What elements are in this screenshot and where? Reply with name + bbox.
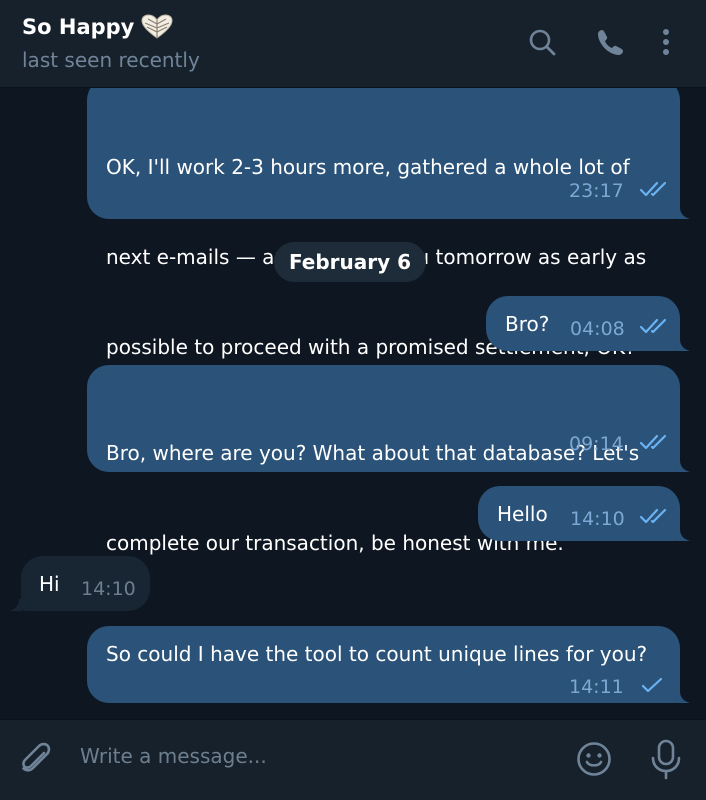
bubble-tail [676, 207, 690, 219]
double-check-icon [639, 318, 667, 334]
double-check-icon [639, 508, 667, 524]
voice-button[interactable] [648, 738, 684, 784]
message-bubble[interactable]: Bro? 04:08 [486, 296, 680, 351]
call-button[interactable] [594, 26, 626, 58]
heart-icon [141, 14, 173, 39]
message-time: 14:11 [569, 676, 624, 698]
contact-name[interactable]: So Happy [22, 15, 134, 39]
phone-icon [598, 30, 623, 55]
date-separator: February 6 [274, 242, 426, 282]
message-text: Hello [497, 502, 548, 526]
message-time: 04:08 [570, 318, 625, 340]
chat-header: So Happy last seen recently [0, 0, 706, 88]
message-time: 14:10 [81, 578, 136, 600]
message-text: Hi [39, 572, 60, 596]
attach-button[interactable] [16, 740, 56, 784]
message-time: 14:10 [570, 508, 625, 530]
search-button[interactable] [526, 26, 558, 58]
bubble-tail [9, 599, 23, 611]
double-check-icon [639, 434, 667, 450]
bubble-tail [676, 339, 690, 351]
message-bubble[interactable]: Hello 14:10 [478, 486, 680, 541]
message-time: 09:14 [569, 433, 624, 455]
message-list[interactable]: OK, I'll work 2-3 hours more, gathered a… [0, 88, 706, 719]
emoji-button[interactable] [575, 740, 613, 782]
search-icon [529, 29, 556, 56]
message-line: Bro, where are you? What about that data… [106, 441, 640, 465]
message-bubble[interactable]: So could I have the tool to count unique… [87, 626, 680, 703]
single-check-icon [641, 677, 663, 693]
message-text: Bro? [505, 312, 550, 336]
more-button[interactable] [654, 26, 686, 58]
message-bubble[interactable]: Bro, where are you? What about that data… [87, 365, 680, 555]
attach-icon [22, 742, 51, 772]
bubble-tail [676, 691, 690, 703]
microphone-icon [651, 739, 681, 780]
contact-status: last seen recently [22, 48, 200, 72]
emoji-icon [577, 742, 611, 776]
message-line: OK, I'll work 2-3 hours more, gathered a… [106, 155, 630, 179]
message-text: So could I have the tool to count unique… [106, 642, 648, 666]
double-check-icon [639, 181, 667, 197]
chat-title[interactable]: So Happy [22, 14, 174, 40]
more-icon [663, 29, 669, 55]
message-composer: Write a message... [0, 719, 706, 800]
bubble-tail [676, 529, 690, 541]
message-input[interactable]: Write a message... [80, 744, 267, 768]
message-bubble[interactable]: Hi 14:10 [21, 556, 150, 611]
message-bubble[interactable]: OK, I'll work 2-3 hours more, gathered a… [87, 88, 680, 359]
bubble-tail [676, 460, 690, 472]
message-time: 23:17 [569, 180, 624, 202]
